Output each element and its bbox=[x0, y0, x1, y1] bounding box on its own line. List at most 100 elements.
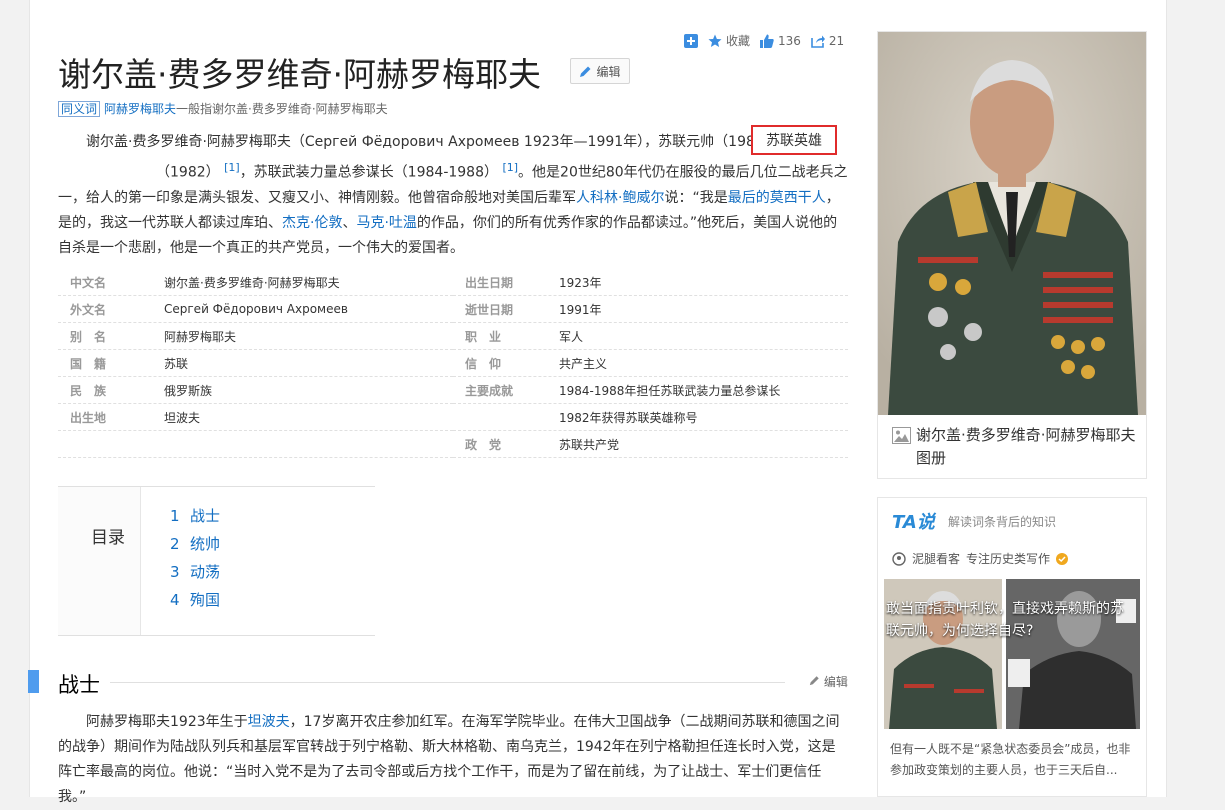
info-value: 俄罗斯族 bbox=[164, 383, 213, 398]
info-row: 逝世日期 1991年 bbox=[453, 296, 848, 323]
picture-icon bbox=[892, 427, 911, 444]
info-row: 别 名 阿赫罗梅耶夫 bbox=[58, 323, 453, 350]
highlight-box[interactable]: 苏联英雄 bbox=[751, 125, 837, 155]
portrait-image[interactable] bbox=[878, 32, 1146, 415]
section-edit-button[interactable]: 编辑 bbox=[809, 673, 848, 690]
section-paragraph: 阿赫罗梅耶夫1923年生于坦波夫，17岁离开农庄参加红军。在海军学院毕业。在伟大… bbox=[58, 710, 848, 810]
like-button[interactable]: 136 bbox=[760, 34, 801, 48]
star-icon bbox=[708, 34, 722, 47]
info-row: 信 仰 共产主义 bbox=[453, 350, 848, 377]
info-row: 政 党 苏联共产党 bbox=[453, 431, 848, 458]
ta-card[interactable]: TA说 解读词条背后的知识 泥腿看客 专注历史类写作 敢当面指责叶利钦，直接戏弄… bbox=[877, 497, 1147, 797]
synonym-text: 一般指谢尔盖·费多罗维奇·阿赫罗梅耶夫 bbox=[176, 102, 388, 116]
author-name: 泥腿看客 bbox=[912, 552, 961, 566]
synonym-alias-link[interactable]: 阿赫罗梅耶夫 bbox=[104, 102, 176, 116]
author-avatar-icon bbox=[892, 551, 906, 566]
synonym-tag[interactable]: 同义词 bbox=[58, 101, 101, 117]
info-key: 政 党 bbox=[465, 437, 502, 452]
info-key: 出生地 bbox=[70, 410, 107, 425]
body-text: 阿赫罗梅耶夫1923年生于 bbox=[86, 714, 248, 730]
reference-link[interactable]: [1] bbox=[224, 161, 240, 174]
toc-item-number: 4 bbox=[170, 591, 180, 609]
favorite-label: 收藏 bbox=[726, 34, 751, 48]
add-button[interactable] bbox=[684, 33, 698, 48]
info-key: 出生日期 bbox=[465, 275, 514, 290]
section-edit-label: 编辑 bbox=[823, 675, 848, 689]
edit-button[interactable]: 编辑 bbox=[570, 58, 630, 84]
share-button[interactable]: 21 bbox=[811, 34, 844, 48]
info-row: 职 业 军人 bbox=[453, 323, 848, 350]
section-marker bbox=[28, 670, 39, 693]
ta-headline[interactable]: 敢当面指责叶利钦，直接戏弄赖斯的苏联元帅，为何选择自尽? bbox=[886, 598, 1131, 642]
info-row bbox=[58, 431, 453, 458]
toc-item-label: 殉国 bbox=[190, 591, 221, 609]
info-value: 1991年 bbox=[559, 302, 602, 317]
info-value: 1982年获得苏联英雄称号 bbox=[559, 410, 698, 425]
ta-author[interactable]: 泥腿看客 专注历史类写作 bbox=[892, 550, 1069, 567]
info-value: 共产主义 bbox=[559, 356, 608, 371]
info-key: 别 名 bbox=[70, 329, 107, 344]
summary-text: 说：“我是 bbox=[664, 189, 728, 206]
pencil-icon bbox=[809, 676, 819, 686]
author-desc: 专注历史类写作 bbox=[966, 552, 1051, 566]
info-row: 中文名 谢尔盖·费多罗维奇·阿赫罗梅耶夫 bbox=[58, 269, 453, 296]
link-mark-twain[interactable]: 马克·吐温 bbox=[356, 215, 416, 231]
reference-link[interactable]: [1] bbox=[502, 161, 518, 174]
album-caption-text: 谢尔盖·费多罗维奇·阿赫罗梅耶夫图册 bbox=[916, 426, 1136, 467]
toc-item[interactable]: 2 统帅 bbox=[170, 533, 220, 561]
info-row: 主要成就 1984-1988年担任苏联武装力量总参谋长 bbox=[453, 377, 848, 404]
toc-item[interactable]: 4 殉国 bbox=[170, 589, 220, 617]
info-value: 苏联 bbox=[164, 356, 189, 371]
info-value: 阿赫罗梅耶夫 bbox=[164, 329, 237, 344]
ta-subtitle: 解读词条背后的知识 bbox=[948, 515, 1057, 529]
toc-item[interactable]: 3 动荡 bbox=[170, 561, 220, 589]
summary-text: （1982） bbox=[156, 164, 220, 181]
info-value: 苏联共产党 bbox=[559, 437, 620, 452]
info-key: 中文名 bbox=[70, 275, 107, 290]
summary-text: 、 bbox=[342, 214, 357, 231]
info-key: 主要成就 bbox=[465, 383, 514, 398]
portrait-illustration bbox=[878, 32, 1146, 415]
album-caption[interactable]: 谢尔盖·费多罗维奇·阿赫罗梅耶夫图册 bbox=[892, 424, 1140, 470]
edit-label: 编辑 bbox=[596, 64, 621, 79]
link-last-mohican[interactable]: 最后的莫西干人 bbox=[728, 190, 826, 206]
ta-description: 但有一人既不是“紧急状态委员会”成员，也非参加政变策划的主要人员，也于三天后自.… bbox=[890, 742, 1131, 777]
section-body: 阿赫罗梅耶夫1923年生于坦波夫，17岁离开农庄参加红军。在海军学院毕业。在伟大… bbox=[58, 710, 848, 810]
pencil-icon bbox=[580, 66, 591, 77]
link-jack-london[interactable]: 杰克·伦敦 bbox=[282, 215, 342, 231]
info-row: 国 籍 苏联 bbox=[58, 350, 453, 377]
info-key: 职 业 bbox=[465, 329, 502, 344]
section-divider bbox=[58, 682, 785, 683]
toc-header: 目录 bbox=[58, 487, 141, 635]
toc-list: 1 战士 2 统帅 3 动荡 4 殉国 bbox=[170, 505, 220, 617]
info-row: 1982年获得苏联英雄称号 bbox=[453, 404, 848, 431]
favorite-button[interactable]: 收藏 bbox=[708, 32, 750, 49]
info-row: 外文名 Сергей Фёдорович Ахромеев bbox=[58, 296, 453, 323]
summary: 谢尔盖·费多罗维奇·阿赫罗梅耶夫（Сергей Фёдорович Ахроме… bbox=[58, 130, 848, 261]
page-title: 谢尔盖·费多罗维奇·阿赫罗梅耶夫 bbox=[58, 55, 541, 94]
info-row: 民 族 俄罗斯族 bbox=[58, 377, 453, 404]
share-count: 21 bbox=[828, 33, 845, 48]
info-row: 出生地 坦波夫 bbox=[58, 404, 453, 431]
info-value: Сергей Фёдорович Ахромеев bbox=[164, 302, 348, 316]
verified-badge-icon bbox=[1056, 552, 1069, 565]
link-tambov[interactable]: 坦波夫 bbox=[248, 714, 290, 730]
info-value: 军人 bbox=[559, 329, 584, 344]
album-card[interactable]: 谢尔盖·费多罗维奇·阿赫罗梅耶夫图册 bbox=[877, 31, 1147, 479]
section-title: 战士 bbox=[58, 669, 110, 699]
info-key: 国 籍 bbox=[70, 356, 107, 371]
toc-item-number: 2 bbox=[170, 535, 180, 553]
info-key: 逝世日期 bbox=[465, 302, 514, 317]
toc-item[interactable]: 1 战士 bbox=[170, 505, 220, 533]
summary-paragraph: 谢尔盖·费多罗维奇·阿赫罗梅耶夫（Сергей Фёдорович Ахроме… bbox=[58, 130, 848, 261]
summary-text: 谢尔盖·费多罗维奇·阿赫罗梅耶夫（Сергей Фёдорович Ахроме… bbox=[86, 134, 778, 150]
info-row: 出生日期 1923年 bbox=[453, 269, 848, 296]
toc-title: 目录 bbox=[91, 528, 125, 548]
info-key: 外文名 bbox=[70, 302, 107, 317]
toc-item-label: 动荡 bbox=[190, 563, 221, 581]
link-colin-powell[interactable]: 人科林·鲍威尔 bbox=[576, 190, 664, 206]
toc-item-number: 3 bbox=[170, 563, 180, 581]
toc-item-label: 战士 bbox=[190, 507, 221, 525]
like-count: 136 bbox=[778, 33, 801, 48]
info-value: 1923年 bbox=[559, 275, 602, 290]
